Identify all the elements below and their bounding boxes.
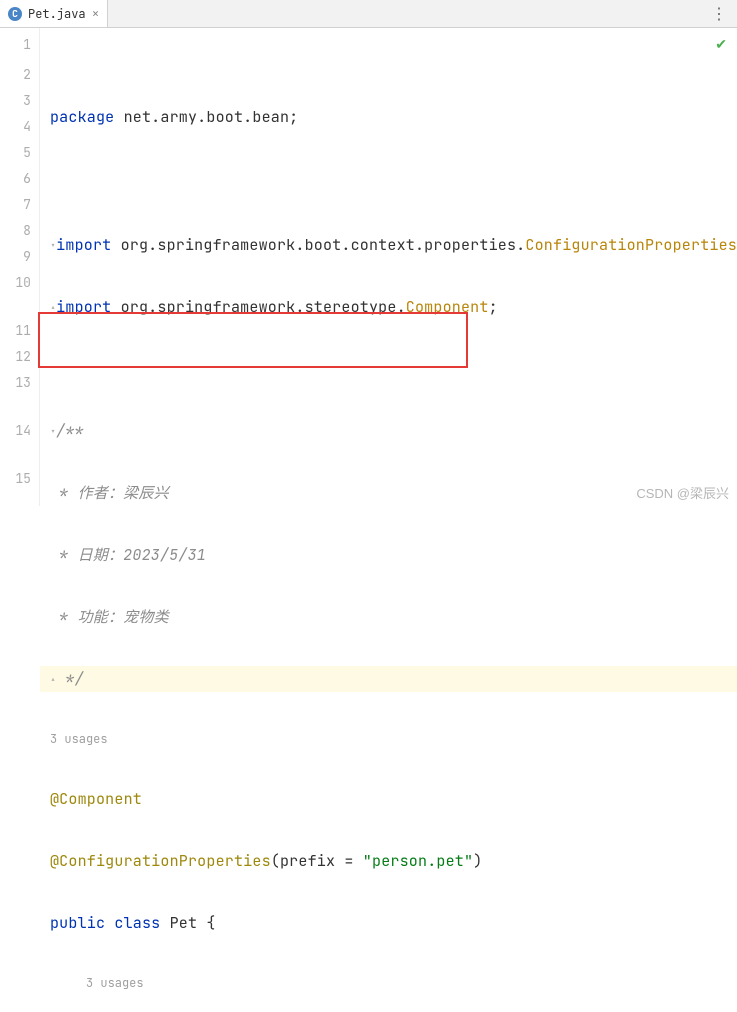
code-line: @ConfigurationProperties(prefix = "perso… [50,848,737,874]
line-number: 10 [0,270,31,296]
line-number [0,444,31,466]
line-number: 13 [0,370,31,396]
tab-title: Pet.java [28,6,86,22]
code-area[interactable]: ✔ package net.army.boot.bean; ▾import or… [40,28,737,506]
line-number: 1 [0,28,31,62]
code-line: ▴import org.springframework.stereotype.C… [50,294,737,320]
line-number [0,396,31,418]
line-number: 14 [0,418,31,444]
usages-hint[interactable]: 3 usages [50,972,737,994]
inspection-ok-icon[interactable]: ✔ [715,36,727,54]
line-number: 15 [0,466,31,492]
line-number: 8 [0,218,31,244]
code-line: * 作者：梁辰兴 [50,480,737,506]
line-number: 6 [0,166,31,192]
code-line: @Component [50,786,737,812]
line-number: 11 [0,318,31,344]
tab-menu-button[interactable]: ⋮ [701,0,737,27]
code-line: ▴ */ [40,666,737,692]
code-line: ▾import org.springframework.boot.context… [50,232,737,258]
line-number: 12 [0,344,31,370]
code-line: package net.army.boot.bean; [50,100,737,134]
usages-hint[interactable]: 3 usages [50,728,737,750]
watermark: CSDN @梁辰兴 [636,483,729,502]
code-line [50,356,737,382]
close-icon[interactable]: × [92,5,100,22]
tab-bar: C Pet.java × ⋮ [0,0,737,28]
line-number: 2 [0,62,31,88]
class-file-icon: C [8,7,22,21]
editor: 1 2 3 4 5 6 7 8 9 10 11 12 13 14 15 ✔ pa… [0,28,737,506]
code-line: public class Pet { [50,910,737,936]
line-number: 9 [0,244,31,270]
line-number: 5 [0,140,31,166]
code-line [50,170,737,196]
line-gutter: 1 2 3 4 5 6 7 8 9 10 11 12 13 14 15 [0,28,40,506]
code-line: * 日期：2023/5/31 [50,542,737,568]
code-line: * 功能：宠物类 [50,604,737,630]
code-line: ▾/** [50,418,737,444]
file-tab[interactable]: C Pet.java × [0,0,108,27]
line-number: 3 [0,88,31,114]
line-number [0,296,31,318]
line-number: 7 [0,192,31,218]
line-number: 4 [0,114,31,140]
